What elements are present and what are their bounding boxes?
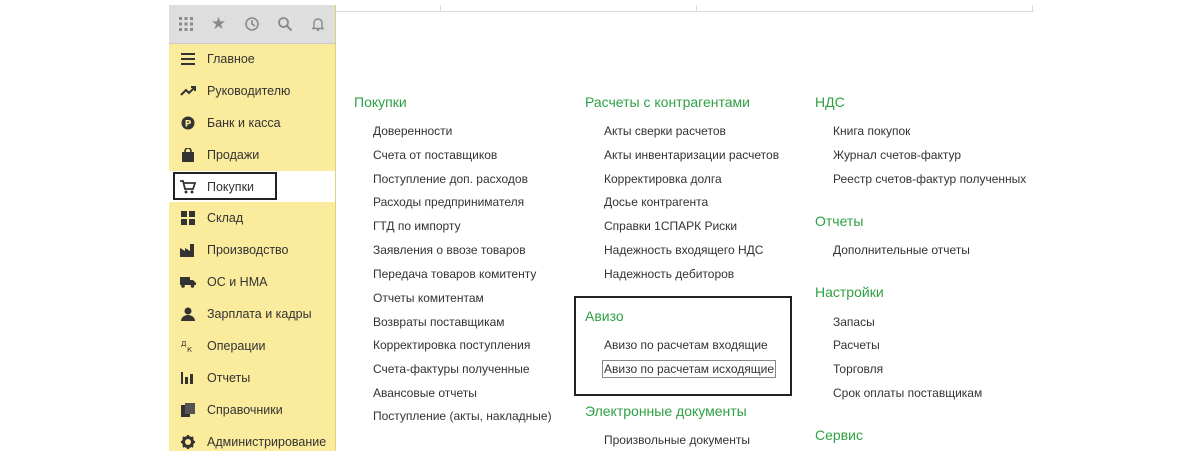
menu-lines-icon (169, 52, 207, 65)
menu-item-label: Руководителю (207, 83, 291, 98)
bar-chart-icon (169, 371, 207, 384)
link-raschety[interactable]: Расчеты (833, 338, 880, 352)
menu-item-rukovoditelyu[interactable]: Руководителю (169, 75, 335, 107)
truck-icon (169, 276, 207, 288)
section-title-avizo: Авизо (585, 308, 624, 324)
link-korrektirovka-dolga[interactable]: Корректировка долга (604, 172, 722, 186)
section-title-nds: НДС (815, 94, 845, 110)
person-icon (169, 307, 207, 322)
sidebar: ★ Главное Руководителю P Банк и касса Пр… (169, 5, 336, 451)
main-menu: Главное Руководителю P Банк и касса Прод… (169, 43, 335, 451)
factory-icon (169, 243, 207, 258)
link-korrektirovka-postupleniya[interactable]: Корректировка поступления (373, 338, 530, 352)
link-kniga-pokupok[interactable]: Книга покупок (833, 124, 910, 138)
menu-item-label: Производство (207, 243, 289, 258)
svg-text:P: P (185, 119, 192, 129)
section-title-servis: Сервис (815, 427, 863, 443)
menu-item-label: Операции (207, 338, 266, 353)
gear-icon (169, 434, 207, 449)
section-title-nastroiki: Настройки (815, 284, 884, 300)
books-icon (169, 402, 207, 417)
link-dosye-kontragenta[interactable]: Досье контрагента (604, 195, 708, 209)
operations-icon: ДК (169, 339, 207, 353)
menu-item-label: Отчеты (207, 370, 251, 385)
link-avizo-vhodyashchie[interactable]: Авизо по расчетам входящие (604, 338, 768, 352)
link-scheta-ot-postavshchikov[interactable]: Счета от поставщиков (373, 148, 497, 162)
menu-item-label: Склад (207, 211, 244, 226)
divider-tick (1032, 5, 1033, 12)
warehouse-icon (169, 211, 207, 226)
menu-item-spravochniki[interactable]: Справочники (169, 394, 335, 426)
link-otchety-komitentam[interactable]: Отчеты комитентам (373, 291, 484, 305)
menu-item-administrirovanie[interactable]: Администрирование (169, 426, 335, 451)
divider-tick (440, 5, 441, 12)
menu-item-operacii[interactable]: ДК Операции (169, 330, 335, 362)
sidebar-toolbar: ★ (169, 5, 335, 44)
section-title-edo: Электронные документы (585, 403, 747, 419)
link-zapasy[interactable]: Запасы (833, 315, 875, 329)
menu-item-label: Администрирование (207, 434, 327, 449)
section-title-raschety: Расчеты с контрагентами (585, 94, 750, 110)
star-icon[interactable]: ★ (202, 5, 235, 43)
link-postuplenie-akty[interactable]: Поступление (акты, накладные) (373, 409, 552, 423)
menu-item-pokupki[interactable]: Покупки (169, 170, 335, 203)
link-nadezhnost-debitorov[interactable]: Надежность дебиторов (604, 267, 734, 281)
link-postuplenie-dop-rashodov[interactable]: Поступление доп. расходов (373, 172, 528, 186)
link-scheta-faktury-poluchennye[interactable]: Счета-фактуры полученные (373, 362, 530, 376)
menu-item-label: Справочники (207, 402, 283, 417)
menu-item-glavnoe[interactable]: Главное (169, 43, 335, 75)
link-spravki-1spark[interactable]: Справки 1СПАРК Риски (604, 219, 737, 233)
menu-item-sklad[interactable]: Склад (169, 202, 335, 234)
link-zayavleniya-o-vvoze[interactable]: Заявления о ввозе товаров (373, 243, 526, 257)
menu-item-label: Зарплата и кадры (207, 307, 312, 322)
link-zhurnal-schetov-faktur[interactable]: Журнал счетов-фактур (833, 148, 961, 162)
link-akty-inventarizacii[interactable]: Акты инвентаризации расчетов (604, 148, 779, 162)
apps-grid-icon[interactable] (169, 5, 202, 43)
link-peredacha-tovarov[interactable]: Передача товаров комитенту (373, 267, 536, 281)
link-doverennosti[interactable]: Доверенности (373, 124, 452, 138)
bag-icon (169, 147, 207, 162)
section-title-otchety: Отчеты (815, 213, 864, 229)
history-icon[interactable] (235, 5, 268, 43)
link-avansovye-otchety[interactable]: Авансовые отчеты (373, 386, 477, 400)
coin-icon: P (169, 116, 207, 130)
link-reestr-schetov-faktur[interactable]: Реестр счетов-фактур полученных (833, 172, 1026, 186)
menu-item-bank-kassa[interactable]: P Банк и касса (169, 107, 335, 139)
section-title-pokupki: Покупки (354, 94, 407, 110)
menu-item-label: Банк и касса (207, 115, 281, 130)
bell-icon[interactable] (301, 5, 334, 43)
menu-item-label: Главное (207, 51, 255, 66)
link-torgovlya[interactable]: Торговля (833, 362, 883, 376)
menu-item-zarplata[interactable]: Зарплата и кадры (169, 298, 335, 330)
link-vozvraty-postavshchikam[interactable]: Возвраты поставщикам (373, 315, 505, 329)
link-srok-oplaty[interactable]: Срок оплаты поставщикам (833, 386, 982, 400)
link-dopolnitelnye-otchety[interactable]: Дополнительные отчеты (833, 243, 970, 257)
menu-item-proizvodstvo[interactable]: Производство (169, 234, 335, 266)
link-proizvolnye-dokumenty[interactable]: Произвольные документы (604, 433, 750, 447)
search-icon[interactable] (268, 5, 301, 43)
highlight-frame (173, 171, 277, 200)
link-avizo-ishodyashchie[interactable]: Авизо по расчетам исходящие (601, 360, 777, 378)
link-nadezhnost-nds[interactable]: Надежность входящего НДС (604, 243, 763, 257)
menu-item-prodazhi[interactable]: Продажи (169, 139, 335, 171)
menu-item-label: Продажи (207, 147, 260, 162)
link-rashody-predprinimatelya[interactable]: Расходы предпринимателя (373, 195, 524, 209)
menu-item-os-nma[interactable]: ОС и НМА (169, 266, 335, 298)
menu-item-otchety[interactable]: Отчеты (169, 362, 335, 394)
menu-item-label: ОС и НМА (207, 275, 268, 290)
link-akty-sverki[interactable]: Акты сверки расчетов (604, 124, 726, 138)
svg-text:К: К (187, 346, 192, 353)
divider-tick (696, 5, 697, 12)
trend-icon (169, 85, 207, 97)
link-gtd-po-importu[interactable]: ГТД по импорту (373, 219, 461, 233)
